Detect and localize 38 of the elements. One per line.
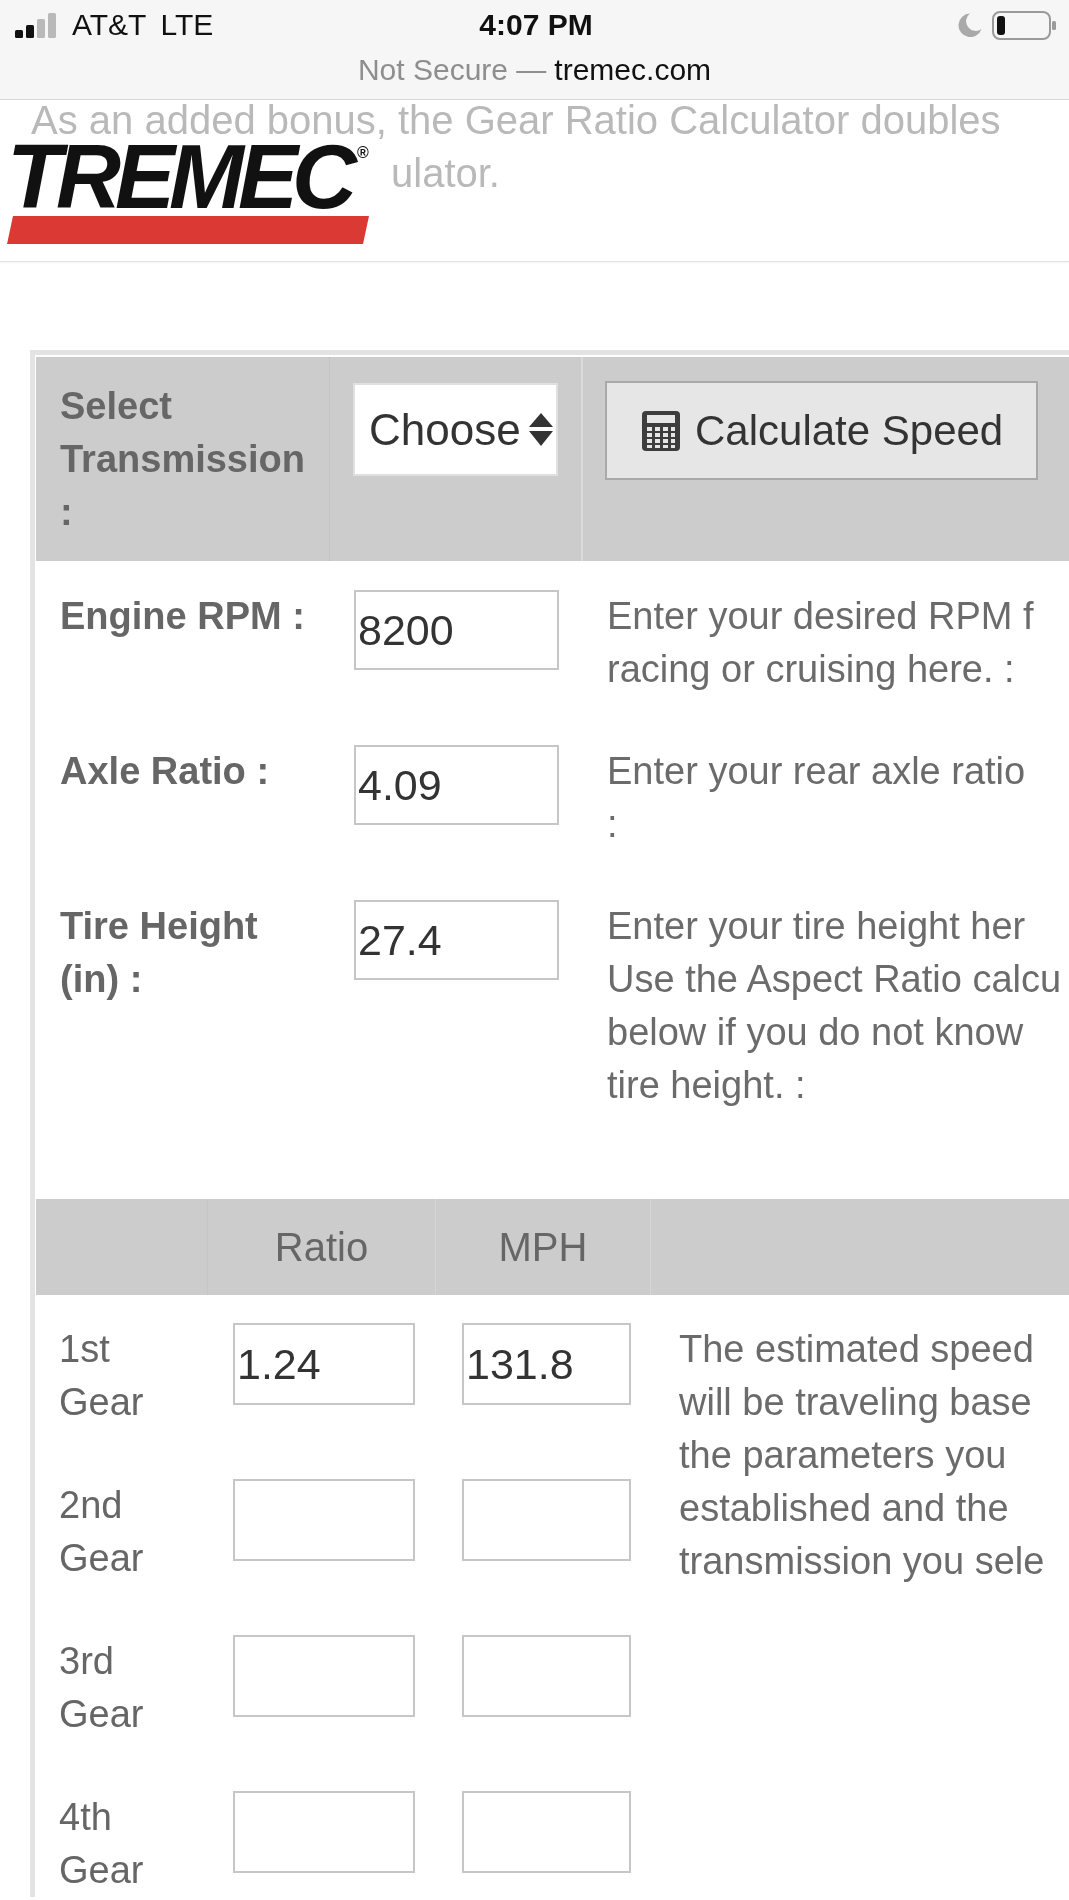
- gear-label: 3rd Gear: [59, 1639, 145, 1737]
- ratio-field[interactable]: [233, 1791, 415, 1873]
- clock-time: 4:07 PM: [479, 8, 593, 42]
- signal-icon: [15, 12, 58, 38]
- mph-field[interactable]: [462, 1635, 631, 1717]
- input-field[interactable]: 27.4: [354, 900, 559, 980]
- calculate-speed-button[interactable]: Calculate Speed: [605, 381, 1038, 480]
- input-label: Engine RPM :: [60, 594, 306, 639]
- field-description: Enter your rear axle ratio :: [607, 749, 1027, 847]
- input-field[interactable]: 8200: [354, 590, 559, 670]
- results-description: The estimated speed will be traveling base the parameters you established and the transmission you sele: [678, 1327, 1046, 1584]
- gear-label: 2nd Gear: [59, 1483, 145, 1581]
- security-warning: Not Secure —: [357, 53, 547, 86]
- field-description: Enter your tire height her Use the Aspect Ratio calcu below if you do not know tire height. :: [607, 904, 1063, 1108]
- ratio-field[interactable]: 1.24: [233, 1323, 415, 1405]
- column-header: Ratio: [208, 1199, 436, 1295]
- mph-field[interactable]: [462, 1479, 631, 1561]
- faded-page-text: ulator.: [391, 153, 500, 193]
- gear-label: 1st Gear: [59, 1327, 145, 1425]
- site-domain[interactable]: tremec.com: [554, 53, 712, 86]
- ratio-field[interactable]: [233, 1635, 415, 1717]
- input-label: Tire Height (in) :: [60, 904, 259, 1002]
- field-description: Enter your desired RPM f racing or cruising here. :: [607, 594, 1035, 692]
- mph-field[interactable]: 131.8: [462, 1323, 631, 1405]
- column-header: MPH: [436, 1199, 651, 1295]
- carrier-name: AT&T: [72, 8, 147, 42]
- network-type: LTE: [160, 8, 214, 42]
- faded-page-text: As an added bonus, the Gear Ratio Calculator doubles: [31, 100, 1001, 140]
- ratio-field[interactable]: [233, 1479, 415, 1561]
- input-field[interactable]: 4.09: [354, 745, 559, 825]
- calculator-icon: [642, 410, 680, 451]
- gear-label: 4th Gear: [59, 1795, 145, 1893]
- transmission-dropdown[interactable]: Choose: [353, 383, 558, 476]
- input-label: Axle Ratio :: [60, 749, 271, 794]
- mph-field[interactable]: [462, 1791, 631, 1873]
- battery-icon: [992, 10, 1057, 40]
- up-down-arrows-icon: [528, 412, 553, 447]
- field-label: Select Transmission :: [60, 384, 306, 535]
